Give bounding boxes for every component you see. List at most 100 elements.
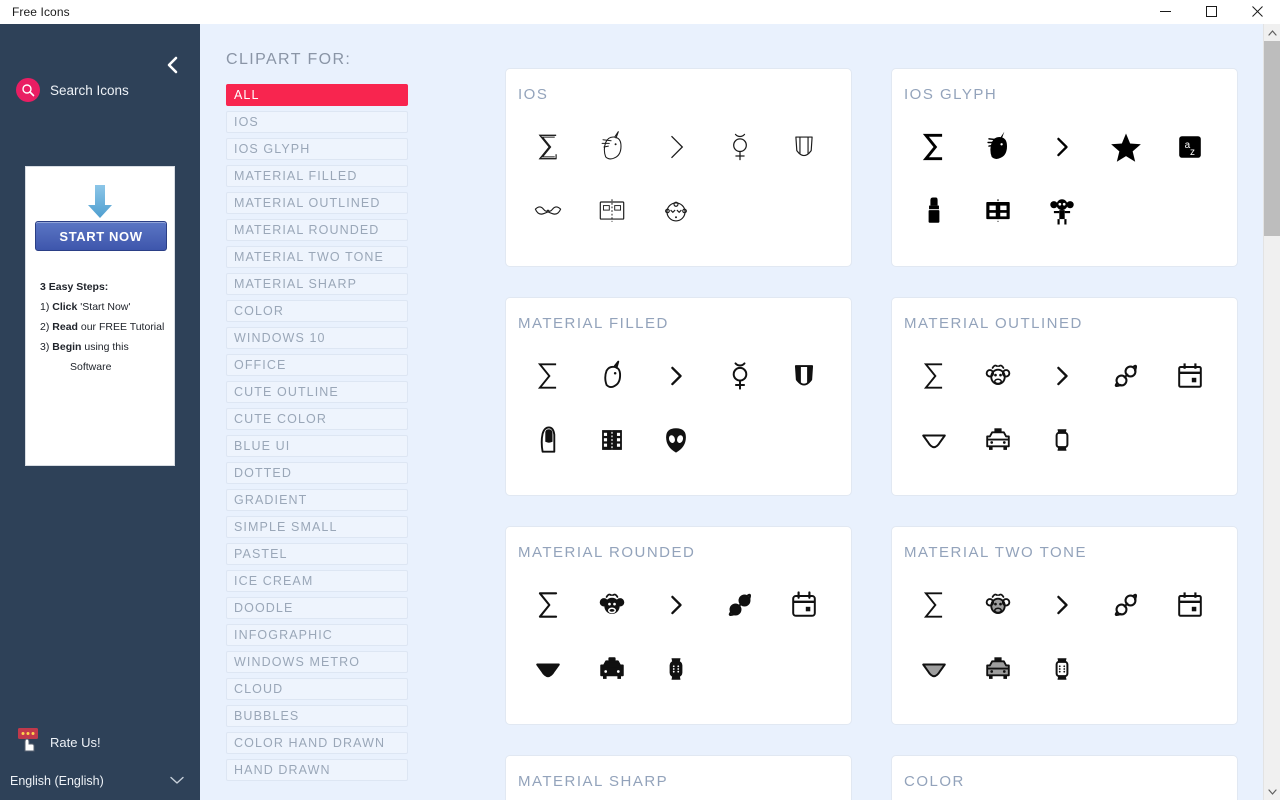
chevron-right-icon[interactable]: [1030, 115, 1094, 179]
diaper-icon[interactable]: [772, 344, 836, 408]
sigma-icon[interactable]: [516, 573, 580, 637]
panties-icon[interactable]: [902, 637, 966, 701]
language-selector[interactable]: English (English): [10, 768, 190, 794]
category-item-material-sharp[interactable]: MATERIAL SHARP: [226, 273, 408, 295]
taxi-icon[interactable]: [966, 408, 1030, 472]
alien-icon[interactable]: [644, 408, 708, 472]
chevron-right-icon[interactable]: [644, 344, 708, 408]
category-item-dotted[interactable]: DOTTED: [226, 462, 408, 484]
category-item-hand-drawn[interactable]: HAND DRAWN: [226, 759, 408, 781]
panties-icon[interactable]: [516, 637, 580, 701]
unicorn-head-icon[interactable]: [580, 344, 644, 408]
sidebar-item-rate-us[interactable]: Rate Us!: [16, 727, 101, 758]
category-item-office[interactable]: OFFICE: [226, 354, 408, 376]
sidebar-item-search[interactable]: Search Icons: [16, 78, 129, 102]
unicorn-head-icon[interactable]: [966, 115, 1030, 179]
category-item-label: IOS GLYPH: [234, 142, 311, 156]
film-strip-icon[interactable]: [580, 408, 644, 472]
card-title: IOS GLYPH: [904, 86, 998, 103]
category-item-cute-color[interactable]: CUTE COLOR: [226, 408, 408, 430]
mustache-icon[interactable]: [516, 179, 580, 243]
category-item-label: IOS: [234, 115, 259, 129]
category-item-material-filled[interactable]: MATERIAL FILLED: [226, 165, 408, 187]
a-z-box-icon[interactable]: az: [1158, 115, 1222, 179]
category-item-ios-glyph[interactable]: IOS GLYPH: [226, 138, 408, 160]
scroll-up-icon[interactable]: [1264, 24, 1280, 41]
taxi-icon[interactable]: [580, 637, 644, 701]
sigma-icon[interactable]: [902, 573, 966, 637]
sigma-icon[interactable]: [902, 115, 966, 179]
sidebar-collapse-button[interactable]: [162, 54, 182, 76]
vertical-scrollbar[interactable]: [1263, 24, 1280, 800]
category-item-all[interactable]: ALL: [226, 84, 408, 106]
category-item-blue-ui[interactable]: BLUE UI: [226, 435, 408, 457]
chevron-right-icon[interactable]: [1030, 573, 1094, 637]
chevron-right-icon[interactable]: [644, 115, 708, 179]
category-item-bubbles[interactable]: BUBBLES: [226, 705, 408, 727]
fingernail-icon[interactable]: [516, 408, 580, 472]
category-item-cloud[interactable]: CLOUD: [226, 678, 408, 700]
unicorn-head-icon[interactable]: [580, 115, 644, 179]
category-item-gradient[interactable]: GRADIENT: [226, 489, 408, 511]
close-button[interactable]: [1234, 0, 1280, 24]
card-title: COLOR: [904, 773, 965, 790]
chevron-right-icon[interactable]: [1030, 344, 1094, 408]
star-icon[interactable]: [1094, 115, 1158, 179]
banknote-icon[interactable]: [966, 179, 1030, 243]
category-item-simple-small[interactable]: SIMPLE SMALL: [226, 516, 408, 538]
mercury-symbol-icon[interactable]: [708, 115, 772, 179]
pacifier-icon[interactable]: [708, 573, 772, 637]
category-item-windows-10[interactable]: WINDOWS 10: [226, 327, 408, 349]
category-item-pastel[interactable]: PASTEL: [226, 543, 408, 565]
category-item-label: MATERIAL ROUNDED: [234, 223, 380, 237]
scroll-thumb[interactable]: [1264, 41, 1280, 236]
category-item-label: ALL: [234, 88, 260, 102]
pacifier-icon[interactable]: [1094, 573, 1158, 637]
sigma-icon[interactable]: [516, 344, 580, 408]
pacifier-icon[interactable]: [1094, 344, 1158, 408]
icon-card-grid: IOS IOS GLYPH a z MATERIAL FILLED MATERIAL OU…: [440, 24, 1263, 800]
monkey-face-icon[interactable]: [580, 573, 644, 637]
category-item-color[interactable]: COLOR: [226, 300, 408, 322]
card-title: MATERIAL OUTLINED: [904, 315, 1083, 332]
sigma-icon[interactable]: [516, 115, 580, 179]
calendar-icon[interactable]: [1158, 573, 1222, 637]
category-item-material-outlined[interactable]: MATERIAL OUTLINED: [226, 192, 408, 214]
panties-icon[interactable]: [902, 408, 966, 472]
scroll-down-icon[interactable]: [1264, 783, 1280, 800]
smartwatch-icon[interactable]: [1030, 637, 1094, 701]
category-item-windows-metro[interactable]: WINDOWS METRO: [226, 651, 408, 673]
icon-card-material-outlined: MATERIAL OUTLINED: [891, 297, 1238, 496]
smartwatch-icon[interactable]: [1030, 408, 1094, 472]
chevron-right-icon[interactable]: [644, 573, 708, 637]
maximize-button[interactable]: [1188, 0, 1234, 24]
taxi-icon[interactable]: [966, 637, 1030, 701]
monkey-face-icon[interactable]: [966, 573, 1030, 637]
minimize-button[interactable]: [1142, 0, 1188, 24]
monkey-toy-icon[interactable]: [1030, 179, 1094, 243]
diaper-icon[interactable]: [772, 115, 836, 179]
category-item-infographic[interactable]: INFOGRAPHIC: [226, 624, 408, 646]
category-item-doodle[interactable]: DOODLE: [226, 597, 408, 619]
monkey-face-icon[interactable]: [966, 344, 1030, 408]
smartwatch-icon[interactable]: [644, 637, 708, 701]
promo-card[interactable]: START NOW 3 Easy Steps: 1) Click 'Start …: [25, 166, 175, 466]
category-item-ice-cream[interactable]: ICE CREAM: [226, 570, 408, 592]
calendar-icon[interactable]: [772, 573, 836, 637]
category-item-cute-outline[interactable]: CUTE OUTLINE: [226, 381, 408, 403]
lipstick-icon[interactable]: [902, 179, 966, 243]
banknote-icon[interactable]: [580, 179, 644, 243]
calendar-icon[interactable]: [1158, 344, 1222, 408]
category-item-label: MATERIAL TWO TONE: [234, 250, 384, 264]
category-item-ios[interactable]: IOS: [226, 111, 408, 133]
category-item-material-rounded[interactable]: MATERIAL ROUNDED: [226, 219, 408, 241]
category-item-color-hand-drawn[interactable]: COLOR HAND DRAWN: [226, 732, 408, 754]
baby-face-icon[interactable]: [644, 179, 708, 243]
category-item-label: MATERIAL SHARP: [234, 277, 358, 291]
sigma-icon[interactable]: [902, 344, 966, 408]
category-item-label: MATERIAL OUTLINED: [234, 196, 381, 210]
start-now-button[interactable]: START NOW: [35, 221, 167, 251]
category-item-material-two-tone[interactable]: MATERIAL TWO TONE: [226, 246, 408, 268]
mercury-symbol-icon[interactable]: [708, 344, 772, 408]
search-icon: [16, 78, 40, 102]
